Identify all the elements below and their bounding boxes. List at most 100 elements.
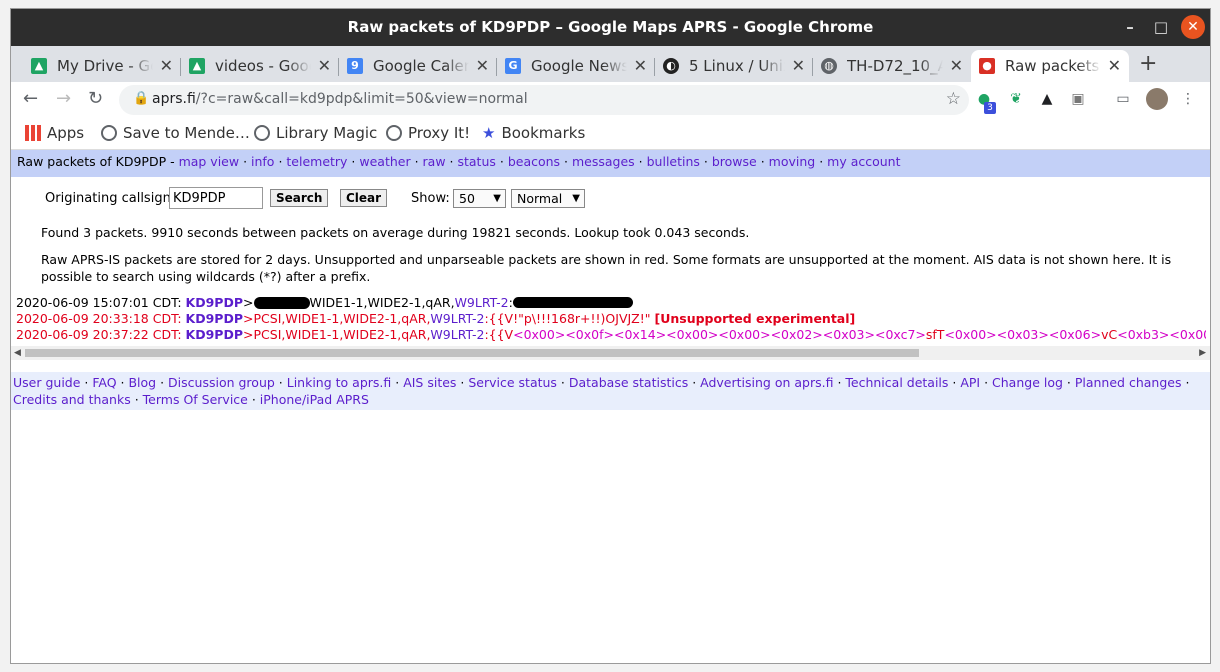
callsign-label: Originating callsign: — [45, 191, 176, 206]
footer-link-faq[interactable]: FAQ — [92, 375, 116, 390]
footer-link-change-log[interactable]: Change log — [992, 375, 1063, 390]
scroll-left-arrow-icon[interactable]: ◀ — [14, 346, 21, 360]
tab-th-d72[interactable]: ◍ TH-D72_10_AP ✕ — [813, 50, 971, 82]
packet-callsign-link[interactable]: KD9PDP — [186, 327, 243, 342]
nav-link-raw[interactable]: raw — [423, 154, 446, 169]
close-tab-icon[interactable]: ✕ — [160, 56, 173, 75]
packet-list: 2020-06-09 15:07:01 CDT: KD9PDP> WIDE1-1,… — [16, 295, 1206, 343]
nav-link-info[interactable]: info — [251, 154, 274, 169]
packet-igate-link[interactable]: W9LRT-2 — [455, 295, 509, 310]
tab-google-calendar[interactable]: 9 Google Calendar ✕ — [339, 50, 497, 82]
close-tab-icon[interactable]: ✕ — [950, 56, 963, 75]
profile-avatar[interactable] — [1146, 88, 1168, 110]
footer-link-credits[interactable]: Credits and thanks — [13, 392, 131, 407]
footer-link-ais-sites[interactable]: AIS sites — [403, 375, 456, 390]
nav-link-messages[interactable]: messages — [572, 154, 635, 169]
tab-google-news[interactable]: G Google News ✕ — [497, 50, 655, 82]
packet-hex: <0x00><0x0f><0x14><0x00><0x00><0x02><0x0… — [513, 327, 926, 342]
close-tab-icon[interactable]: ✕ — [318, 56, 331, 75]
close-tab-icon[interactable]: ✕ — [1108, 56, 1121, 75]
nav-link-beacons[interactable]: beacons — [508, 154, 560, 169]
nav-link-weather[interactable]: weather — [359, 154, 410, 169]
bookmark-apps[interactable]: Apps — [25, 124, 84, 142]
search-button[interactable]: Search — [270, 189, 329, 207]
footer-link-api[interactable]: API — [960, 375, 980, 390]
close-tab-icon[interactable]: ✕ — [634, 56, 647, 75]
footer-link-linking[interactable]: Linking to aprs.fi — [287, 375, 392, 390]
title-bar: Raw packets of KD9PDP – Google Maps APRS… — [11, 9, 1210, 46]
nav-link-map-view[interactable]: map view — [179, 154, 240, 169]
bookmark-label: Library Magic — [276, 124, 378, 142]
tab-my-drive[interactable]: ▲ My Drive - Google Drive ✕ — [23, 50, 181, 82]
footer-link-discussion-group[interactable]: Discussion group — [168, 375, 275, 390]
limit-value: 50 — [459, 191, 475, 206]
footer-link-blog[interactable]: Blog — [128, 375, 156, 390]
google-drive-extension-icon[interactable]: ▲ — [1038, 90, 1056, 108]
footer-link-technical-details[interactable]: Technical details — [845, 375, 948, 390]
reload-icon[interactable]: ↻ — [88, 88, 103, 109]
view-select[interactable]: Normal ▼ — [511, 189, 585, 208]
packet-igate-link[interactable]: W9LRT-2 — [430, 327, 484, 342]
packet-row: 2020-06-09 20:33:18 CDT: KD9PDP>PCSI,WID… — [16, 311, 1206, 327]
extension-puzzle-icon[interactable]: ▣ — [1069, 90, 1087, 108]
scrollbar-thumb[interactable] — [25, 349, 919, 357]
note-text-line2: possible to search using wildcards (*?) … — [41, 269, 371, 284]
packet-hex: <0x00><0x03><0x06> — [944, 327, 1102, 342]
back-arrow-icon[interactable]: ← — [23, 88, 38, 109]
callsign-input[interactable] — [169, 187, 263, 209]
packet-callsign-link[interactable]: KD9PDP — [186, 311, 243, 326]
tab-linux-unix[interactable]: ◐ 5 Linux / Unix ✕ — [655, 50, 813, 82]
footer-link-user-guide[interactable]: User guide — [13, 375, 80, 390]
nav-link-my-account[interactable]: my account — [827, 154, 900, 169]
address-bar[interactable]: 🔒 aprs.fi/?c=raw&call=kd9pdp&limit=50&vi… — [119, 85, 969, 115]
limit-select[interactable]: 50 ▼ — [453, 189, 506, 208]
tab-label: Google Calendar — [373, 57, 469, 75]
tab-label: Google News — [531, 57, 627, 75]
cast-icon[interactable]: ▭ — [1114, 90, 1132, 108]
bookmark-proxy-it[interactable]: Proxy It! — [386, 124, 470, 142]
tab-label: Raw packets of KD9PDP — [1005, 57, 1101, 75]
nav-link-browse[interactable]: browse — [712, 154, 757, 169]
horizontal-scrollbar[interactable]: ◀ ▶ — [11, 346, 1210, 360]
forward-arrow-icon[interactable]: → — [56, 88, 71, 109]
packet-path: >PCSI,WIDE1-1,WIDE2-1,qAR, — [243, 311, 431, 326]
bookmark-save-to-mendeley[interactable]: Save to Mende… — [101, 124, 250, 142]
packet-payload-mid: sfT — [925, 327, 945, 342]
footer-link-iphone-ipad[interactable]: iPhone/iPad APRS — [260, 392, 369, 407]
browser-toolbar: ← → ↻ 🔒 aprs.fi/?c=raw&call=kd9pdp&limit… — [11, 82, 1210, 118]
tab-videos[interactable]: ▲ videos - Google Drive ✕ — [181, 50, 339, 82]
nav-link-moving[interactable]: moving — [769, 154, 816, 169]
nav-link-status[interactable]: status — [457, 154, 495, 169]
extension-leaf-icon[interactable]: ❦ — [1007, 90, 1025, 108]
globe-icon: ◍ — [821, 58, 837, 74]
packet-callsign-link[interactable]: KD9PDP — [186, 295, 243, 310]
maximize-icon[interactable]: □ — [1149, 15, 1173, 39]
new-tab-button[interactable]: + — [1139, 51, 1157, 76]
footer-link-advertising[interactable]: Advertising on aprs.fi — [700, 375, 833, 390]
minimize-icon[interactable]: – — [1118, 15, 1142, 39]
tab-raw-packets[interactable]: ● Raw packets of KD9PDP ✕ — [971, 50, 1129, 82]
footer-link-terms[interactable]: Terms Of Service — [143, 392, 248, 407]
bookmark-bookmarks[interactable]: ★ Bookmarks — [482, 124, 585, 142]
close-window-icon[interactable]: ✕ — [1181, 15, 1205, 39]
window-title: Raw packets of KD9PDP – Google Maps APRS… — [347, 18, 874, 36]
clear-button[interactable]: Clear — [340, 189, 388, 207]
bookmark-star-icon[interactable]: ☆ — [946, 89, 961, 109]
close-tab-icon[interactable]: ✕ — [476, 56, 489, 75]
top-nav: Raw packets of KD9PDP - map view · info … — [11, 150, 1210, 177]
globe-icon — [254, 125, 270, 141]
footer-link-database-statistics[interactable]: Database statistics — [569, 375, 688, 390]
menu-kebab-icon[interactable]: ⋮ — [1179, 90, 1197, 108]
scroll-right-arrow-icon[interactable]: ▶ — [1199, 346, 1206, 360]
packet-path: WIDE1-1,WIDE2-1,qAR, — [309, 295, 455, 310]
packet-path: >PCSI,WIDE1-1,WIDE2-1,qAR, — [243, 327, 431, 342]
nav-link-telemetry[interactable]: telemetry — [286, 154, 347, 169]
bookmark-label: Save to Mende… — [123, 124, 250, 142]
nav-link-bulletins[interactable]: bulletins — [647, 154, 700, 169]
footer-link-service-status[interactable]: Service status — [468, 375, 557, 390]
google-drive-icon: ▲ — [31, 58, 47, 74]
bookmark-library-magic[interactable]: Library Magic — [254, 124, 377, 142]
packet-igate-link[interactable]: W9LRT-2 — [430, 311, 484, 326]
close-tab-icon[interactable]: ✕ — [792, 56, 805, 75]
footer-link-planned-changes[interactable]: Planned changes — [1075, 375, 1182, 390]
